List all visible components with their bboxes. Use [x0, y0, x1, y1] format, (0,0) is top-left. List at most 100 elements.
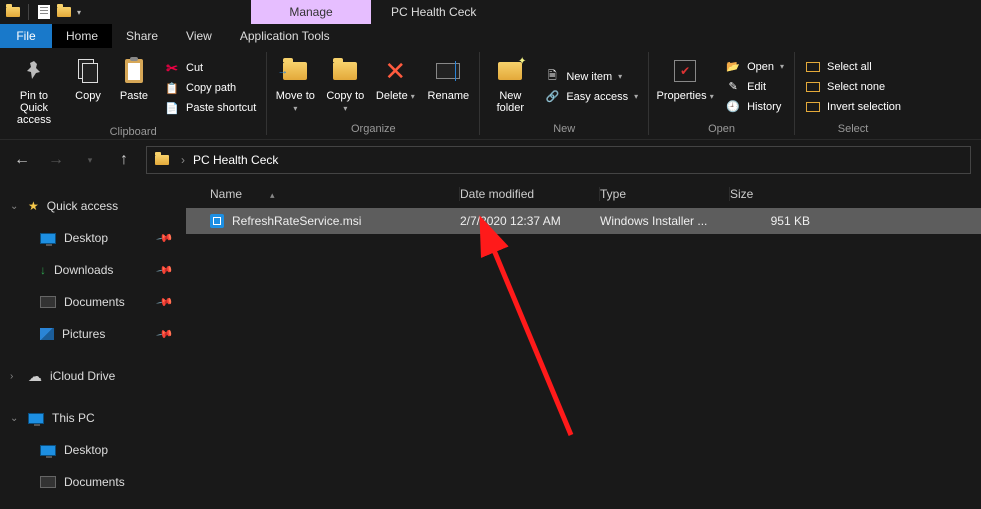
select-all-icon: [805, 59, 821, 75]
desktop-icon: [40, 445, 56, 456]
chevron-down-icon[interactable]: ⌄: [10, 201, 20, 212]
sidebar-documents[interactable]: Documents 📌: [0, 288, 186, 316]
new-item-button[interactable]: 🗎New item ▾: [540, 68, 642, 86]
rename-button[interactable]: Rename: [423, 50, 473, 123]
history-button[interactable]: 🕘History: [721, 98, 788, 116]
delete-x-icon: ✕: [384, 56, 406, 87]
address-bar[interactable]: › PC Health Ceck: [146, 146, 971, 174]
column-header-type[interactable]: Type: [600, 187, 730, 201]
column-header-date[interactable]: Date modified: [460, 187, 600, 201]
properties-icon: [674, 60, 696, 82]
address-folder-icon: [155, 155, 169, 165]
folder-icon: [333, 62, 357, 80]
scissors-icon: ✂: [164, 60, 180, 76]
rename-icon: [436, 63, 460, 79]
cloud-icon: ☁: [28, 368, 42, 385]
properties-button[interactable]: Properties ▾: [655, 50, 715, 123]
select-none-button[interactable]: Select none: [801, 78, 905, 96]
chevron-down-icon[interactable]: ⌄: [10, 413, 20, 424]
history-icon: 🕘: [725, 99, 741, 115]
documents-icon: [40, 476, 56, 488]
group-organize-label: Organize: [273, 123, 473, 138]
open-button[interactable]: 📂Open ▾: [721, 58, 788, 76]
nav-back-button[interactable]: ←: [10, 148, 34, 172]
file-row[interactable]: RefreshRateService.msi 2/7/2020 12:37 AM…: [186, 208, 981, 234]
group-select-label: Select: [801, 123, 905, 138]
navigation-pane[interactable]: ⌄ ★ Quick access Desktop 📌 ↓ Downloads 📌…: [0, 180, 186, 509]
tab-application-tools[interactable]: Application Tools: [226, 24, 344, 48]
breadcrumb-folder[interactable]: PC Health Ceck: [193, 153, 278, 167]
file-date: 2/7/2020 12:37 AM: [460, 214, 600, 228]
group-clipboard-label: Clipboard: [6, 126, 260, 138]
select-all-button[interactable]: Select all: [801, 58, 905, 76]
pin-to-quick-access-button[interactable]: Pin to Quick access: [6, 50, 62, 126]
chevron-right-icon[interactable]: ›: [10, 371, 20, 382]
copy-path-button[interactable]: 📋Copy path: [160, 79, 260, 97]
documents-icon: [40, 296, 56, 308]
pc-icon: [28, 413, 44, 424]
new-folder-icon: [498, 62, 522, 80]
folder-icon: →: [283, 62, 307, 80]
move-to-button[interactable]: → Move to ▾: [273, 50, 317, 123]
qat-properties-icon[interactable]: [35, 3, 53, 21]
delete-button[interactable]: ✕ Delete ▾: [373, 50, 417, 123]
copy-to-button[interactable]: Copy to ▾: [323, 50, 367, 123]
easy-access-icon: 🔗: [544, 89, 560, 105]
pin-icon: 📌: [156, 325, 175, 344]
qat-new-folder-icon[interactable]: [55, 3, 73, 21]
copy-path-icon: 📋: [164, 80, 180, 96]
tab-view[interactable]: View: [172, 24, 226, 48]
file-list[interactable]: Name▴ Date modified Type Size RefreshRat…: [186, 180, 981, 509]
column-header-size[interactable]: Size: [730, 187, 830, 201]
tab-share[interactable]: Share: [112, 24, 172, 48]
pin-icon: 📌: [156, 229, 175, 248]
tab-home[interactable]: Home: [52, 24, 112, 48]
easy-access-button[interactable]: 🔗Easy access ▾: [540, 88, 642, 106]
cut-button[interactable]: ✂Cut: [160, 59, 260, 77]
invert-selection-icon: [805, 99, 821, 115]
sidebar-pc-documents[interactable]: Documents: [0, 468, 186, 496]
annotation-arrow: [391, 235, 591, 458]
sidebar-this-pc[interactable]: ⌄ This PC: [0, 404, 186, 432]
copy-icon: [78, 59, 98, 83]
downloads-icon: ↓: [40, 263, 46, 277]
nav-forward-button[interactable]: →: [44, 148, 68, 172]
paste-shortcut-button[interactable]: 📄Paste shortcut: [160, 99, 260, 117]
window-title: PC Health Ceck: [371, 0, 476, 24]
open-icon: 📂: [725, 59, 741, 75]
edit-button[interactable]: ✎Edit: [721, 78, 788, 96]
context-tab-manage[interactable]: Manage: [251, 0, 371, 24]
file-name: RefreshRateService.msi: [232, 214, 361, 228]
star-icon: ★: [28, 199, 39, 213]
tab-file[interactable]: File: [0, 24, 52, 48]
sort-asc-icon: ▴: [270, 190, 275, 200]
copy-button[interactable]: Copy: [68, 50, 108, 126]
pictures-icon: [40, 328, 54, 340]
sidebar-icloud-drive[interactable]: › ☁ iCloud Drive: [0, 362, 186, 390]
nav-history-dropdown[interactable]: ▾: [78, 148, 102, 172]
pin-icon: 📌: [156, 261, 175, 280]
pin-icon: 📌: [156, 293, 175, 312]
sidebar-pictures[interactable]: Pictures 📌: [0, 320, 186, 348]
paste-shortcut-icon: 📄: [164, 100, 180, 116]
sidebar-quick-access[interactable]: ⌄ ★ Quick access: [0, 192, 186, 220]
qat-separator: [28, 4, 29, 20]
sidebar-desktop[interactable]: Desktop 📌: [0, 224, 186, 252]
edit-icon: ✎: [725, 79, 741, 95]
group-new-label: New: [486, 123, 642, 138]
new-folder-button[interactable]: New folder: [486, 50, 534, 123]
paste-button[interactable]: Paste: [114, 50, 154, 126]
nav-up-button[interactable]: ↑: [112, 148, 136, 172]
qat-customize-icon[interactable]: ▾: [77, 8, 81, 17]
sidebar-downloads[interactable]: ↓ Downloads 📌: [0, 256, 186, 284]
select-none-icon: [805, 79, 821, 95]
invert-selection-button[interactable]: Invert selection: [801, 98, 905, 116]
msi-file-icon: [210, 214, 224, 228]
group-open-label: Open: [655, 123, 788, 138]
file-size: 951 KB: [730, 214, 830, 228]
desktop-icon: [40, 233, 56, 244]
sidebar-pc-desktop[interactable]: Desktop: [0, 436, 186, 464]
column-header-name[interactable]: Name▴: [210, 187, 460, 201]
app-folder-icon: [4, 3, 22, 21]
pin-icon: [24, 59, 44, 83]
